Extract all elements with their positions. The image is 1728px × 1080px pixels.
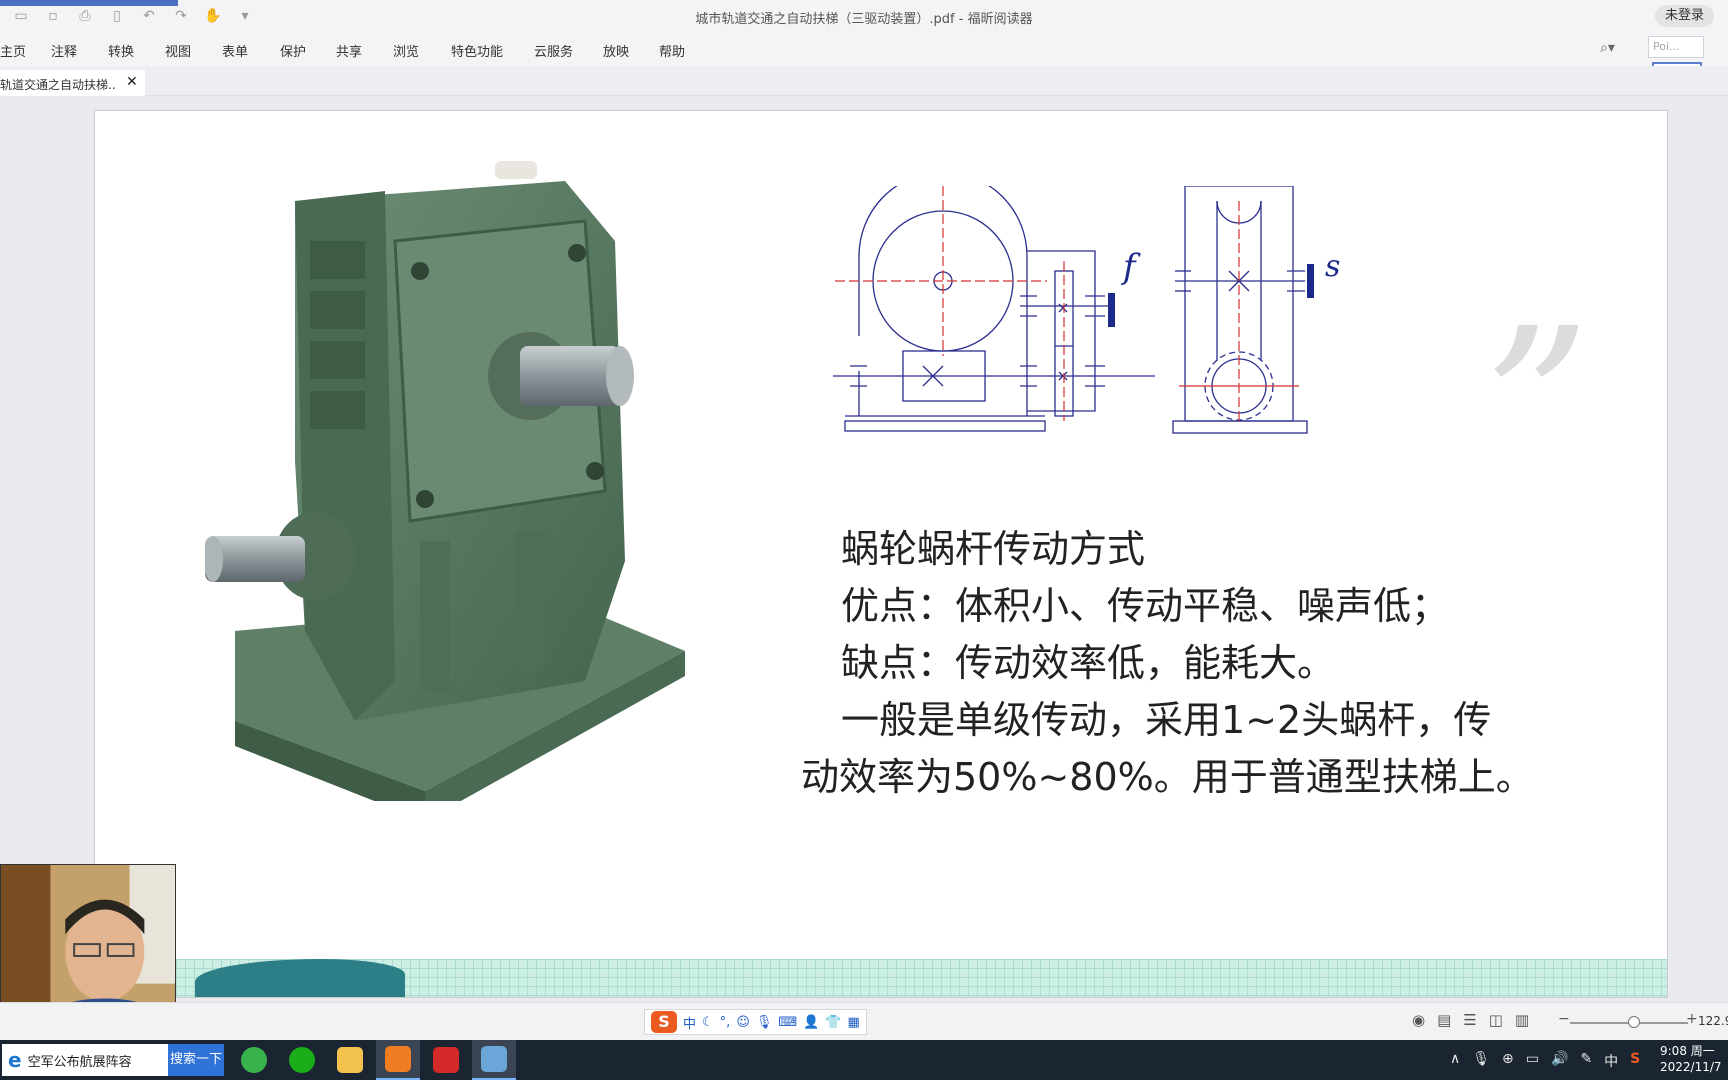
tray-microphone-icon[interactable]: 🎙 [1472,1051,1490,1071]
punctuation-icon[interactable]: °, [720,1015,731,1030]
tab-bar: 轨道交通之自动扶梯... ✕ [0,66,1728,96]
pen-icon[interactable]: ✎ [1580,1051,1592,1071]
worm-gear-side-diagram: s [1172,186,1340,434]
taskbar-app-explorer[interactable] [328,1040,372,1080]
menu-view[interactable]: 视图 [165,41,191,60]
menu-share[interactable]: 共享 [336,41,362,60]
menu-browse[interactable]: 浏览 [393,41,419,60]
taskbar-app-xuexi[interactable] [424,1040,468,1080]
view-mode-icons: ◉ ▤ ☰ ◫ ▥ [1412,1011,1529,1029]
zoom-out-button[interactable]: − [1558,1011,1570,1027]
two-page-icon[interactable]: ◫ [1489,1011,1503,1029]
search-button[interactable]: 搜索一下 [168,1044,224,1076]
sogou-ime-icon[interactable]: S [651,1011,677,1033]
slide-description-1: 一般是单级传动，采用1~2头蜗杆，传 [841,698,1492,742]
decorative-quote-mark: ” [1483,283,1591,528]
skin-icon[interactable]: 👕 [825,1015,841,1030]
emoji-icon[interactable]: ☺ [736,1015,750,1030]
slide-heading: 蜗轮蜗杆传动方式 [841,527,1146,571]
tray-security-icon[interactable]: ⊕ [1502,1051,1514,1071]
menu-bar: 主页 注释 转换 视图 表单 保护 共享 浏览 特色功能 云服务 放映 帮助 ⌕… [0,32,1728,66]
zoom-slider-knob[interactable] [1628,1016,1640,1028]
clock-date: 2022/11/7 [1660,1060,1722,1074]
menu-home[interactable]: 主页 [0,41,26,60]
worm-gear-front-diagram: f [833,186,1155,432]
system-tray: ∧ 🎙 ⊕ ▭ 🔊 ✎ 中 S [1450,1051,1640,1071]
taskbar-app-wechat[interactable] [280,1040,324,1080]
news-headline: 空军公布航展阵容 [27,1054,132,1070]
menu-form[interactable]: 表单 [222,41,248,60]
title-bar: ▭ ▫ ⎙ ▯ ↶ ↷ ✋ ▾ 城市轨道交通之自动扶梯（三驱动装置）.pdf -… [0,0,1728,32]
apps-grid-icon[interactable]: ▦ [848,1015,860,1030]
ie-icon: e [8,1048,22,1072]
microphone-icon[interactable]: 🎙 [756,1015,773,1030]
zoom-level: 122.9 [1698,1014,1728,1028]
pdf-page: f s ” 蜗轮蜗杆传动方式 优点：体积小、传动平稳、噪声低； 缺点：传动效率低… [94,110,1668,998]
taskbar-app-foxit[interactable] [376,1040,420,1080]
close-icon[interactable]: ✕ [126,74,138,90]
login-button[interactable]: 未登录 [1654,5,1714,27]
system-clock[interactable]: 9:08 周一 2022/11/7 [1660,1043,1722,1075]
find-icon[interactable]: ⌕▾ [1600,40,1615,56]
slide-disadvantages: 缺点：传动效率低，能耗大。 [841,641,1336,685]
single-page-icon[interactable]: ▤ [1437,1011,1451,1029]
keyboard-icon[interactable]: ⌨ [778,1015,797,1030]
moon-icon[interactable]: ☾ [702,1015,714,1030]
menu-protect[interactable]: 保护 [280,41,306,60]
taskbar-app-browser[interactable] [232,1040,276,1080]
window-title: 城市轨道交通之自动扶梯（三驱动装置）.pdf - 福昕阅读器 [695,12,1033,27]
ime-language-toggle[interactable]: 中 [683,1013,696,1032]
slide-text: 蜗轮蜗杆传动方式 优点：体积小、传动平稳、噪声低； 缺点：传动效率低，能耗大。 … [801,521,1581,806]
taskbar-app-paint[interactable] [472,1040,516,1080]
title-accent [0,0,178,6]
news-widget[interactable]: e 空军公布航展阵容 [2,1044,168,1076]
volume-icon[interactable]: 🔊 [1551,1051,1568,1071]
menu-features[interactable]: 特色功能 [451,41,503,60]
slide-advantages: 优点：体积小、传动平稳、噪声低； [841,584,1450,628]
slide-description-2: 动效率为50%~80%。用于普通型扶梯上。 [801,755,1534,799]
eye-icon[interactable]: ◉ [1412,1011,1425,1029]
document-tab[interactable]: 轨道交通之自动扶梯... ✕ [0,70,145,96]
tray-ime-indicator[interactable]: 中 [1604,1051,1618,1071]
menu-convert[interactable]: 转换 [108,41,134,60]
ime-toolbar[interactable]: S 中 ☾ °, ☺ 🎙 ⌨ 👤 👕 ▦ [644,1009,867,1035]
two-page-continuous-icon[interactable]: ▥ [1515,1011,1529,1029]
tray-expand-icon[interactable]: ∧ [1450,1051,1460,1071]
menu-cloud[interactable]: 云服务 [534,41,573,60]
diagram-label-f: f [1120,247,1141,287]
menu-present[interactable]: 放映 [603,41,629,60]
network-icon[interactable]: ▭ [1526,1051,1539,1071]
status-bar: S 中 ☾ °, ☺ 🎙 ⌨ 👤 👕 ▦ ◉ ▤ ☰ ◫ ▥ − + 122.9 [0,1002,1728,1040]
clock-time: 9:08 周一 [1660,1044,1715,1058]
worm-gearbox-image [205,161,685,801]
menu-annotate[interactable]: 注释 [51,41,77,60]
diagram-label-s: s [1325,249,1340,284]
taskbar: e 空军公布航展阵容 搜索一下 ∧ 🎙 ⊕ ▭ 🔊 ✎ 中 S 9:08 周一 … [0,1040,1728,1080]
user-icon[interactable]: 👤 [803,1015,819,1030]
sogou-tray-icon[interactable]: S [1630,1051,1640,1071]
document-tab-label: 轨道交通之自动扶梯... [0,78,115,92]
continuous-page-icon[interactable]: ☰ [1463,1011,1476,1029]
zoom-in-button[interactable]: + [1686,1011,1698,1027]
search-input[interactable]: Poi... [1648,36,1704,58]
menu-help[interactable]: 帮助 [659,41,685,60]
